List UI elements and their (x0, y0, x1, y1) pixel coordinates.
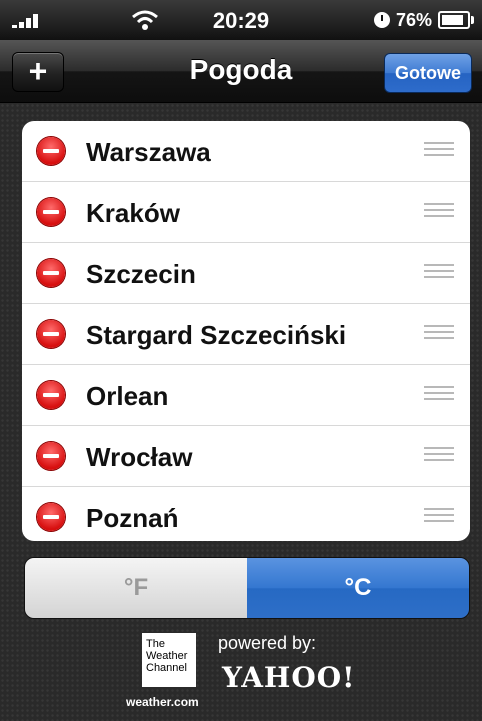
city-row: Kraków (22, 182, 470, 243)
city-row: Stargard Szczeciński (22, 304, 470, 365)
city-row: Poznań (22, 487, 470, 541)
city-name: Wrocław (86, 442, 193, 472)
reorder-handle-icon[interactable] (424, 508, 454, 526)
powered-by-label: powered by: (218, 633, 317, 653)
content-area: Warszawa Kraków Szczecin Stargard Szczec… (0, 103, 482, 721)
city-list: Warszawa Kraków Szczecin Stargard Szczec… (22, 121, 470, 541)
delete-icon[interactable] (37, 137, 65, 165)
fahrenheit-segment[interactable]: °F (25, 558, 247, 618)
temperature-unit-control: °F °C (24, 557, 470, 619)
reorder-handle-icon[interactable] (424, 203, 454, 221)
reorder-handle-icon[interactable] (424, 386, 454, 404)
city-name: Poznań (86, 503, 179, 533)
city-row: Szczecin (22, 243, 470, 304)
delete-icon[interactable] (37, 503, 65, 531)
city-name: Szczecin (86, 259, 196, 289)
delete-icon[interactable] (37, 442, 65, 470)
reorder-handle-icon[interactable] (424, 264, 454, 282)
delete-icon[interactable] (37, 259, 65, 287)
delete-icon[interactable] (37, 320, 65, 348)
battery-percentage: 76% (395, 9, 432, 30)
celsius-segment[interactable]: °C (247, 558, 469, 618)
reorder-handle-icon[interactable] (424, 325, 454, 343)
navigation-bar: + Pogoda Gotowe (0, 40, 482, 103)
city-row: Wrocław (22, 426, 470, 487)
city-row: Orlean (22, 365, 470, 426)
city-name: Warszawa (86, 137, 211, 167)
reorder-handle-icon[interactable] (424, 447, 454, 465)
yahoo-logo[interactable]: YAHOO! (222, 661, 355, 694)
city-row: Warszawa (22, 121, 470, 182)
city-name: Stargard Szczeciński (86, 320, 347, 350)
done-button[interactable]: Gotowe (384, 53, 472, 93)
reorder-handle-icon[interactable] (424, 142, 454, 160)
delete-icon[interactable] (37, 381, 65, 409)
battery-status: 76% (373, 8, 474, 32)
city-name: Kraków (86, 198, 180, 228)
status-bar: 20:29 76% (0, 0, 482, 40)
alarm-icon (373, 12, 390, 28)
battery-icon (438, 11, 474, 29)
delete-icon[interactable] (37, 198, 65, 226)
weather-channel-logo[interactable]: The Weather Channel (142, 633, 196, 687)
city-name: Orlean (86, 381, 169, 411)
weather-com-link[interactable]: weather.com (126, 695, 199, 709)
